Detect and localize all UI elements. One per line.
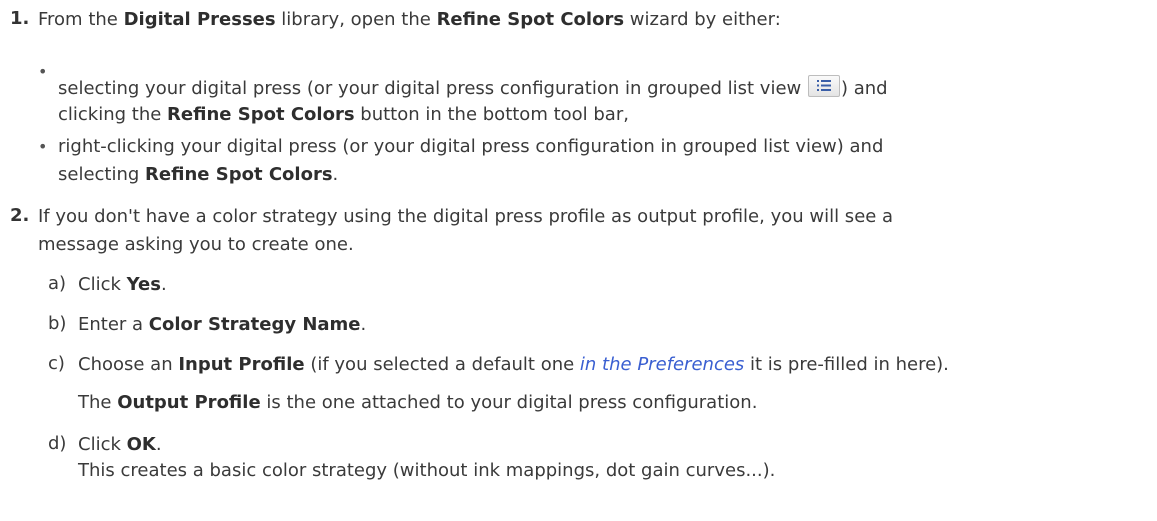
input-profile-term: Input Profile xyxy=(178,354,305,375)
instruction-document: 1. From the Digital Presses library, ope… xyxy=(0,0,1157,521)
substep-b-text: Enter a Color Strategy Name. xyxy=(78,314,367,335)
substep-a-text: Click Yes. xyxy=(78,274,167,295)
bullet-1-line-1: selecting your digital press (or your di… xyxy=(58,75,888,101)
ok-term: OK xyxy=(126,434,156,455)
bullet-1-line-2: clicking the Refine Spot Colors button i… xyxy=(58,104,629,125)
color-strategy-name-term: Color Strategy Name xyxy=(148,314,361,335)
substep-label: a) xyxy=(48,273,67,294)
step-number: 2. xyxy=(10,205,30,226)
digital-presses-term: Digital Presses xyxy=(123,9,276,30)
substep-label: b) xyxy=(48,313,67,334)
bullet-2-line-2: selecting Refine Spot Colors. xyxy=(58,164,339,185)
refine-spot-colors-term: Refine Spot Colors xyxy=(145,164,333,185)
bullet-2-line-1: right-clicking your digital press (or yo… xyxy=(58,136,884,157)
step-1-text: From the Digital Presses library, open t… xyxy=(38,9,781,30)
bullet-marker: • xyxy=(38,137,48,156)
substep-label: d) xyxy=(48,433,67,454)
substep-c-note: The Output Profile is the one attached t… xyxy=(78,392,758,413)
step-2-line-1: If you don't have a color strategy using… xyxy=(38,206,894,227)
yes-term: Yes xyxy=(126,274,161,295)
bullet-marker: • xyxy=(38,62,48,81)
substep-label: c) xyxy=(48,353,65,374)
output-profile-term: Output Profile xyxy=(117,392,261,413)
step-number: 1. xyxy=(10,8,30,29)
grouped-list-view-icon[interactable] xyxy=(807,75,840,97)
substep-d-text: Click OK. xyxy=(78,434,162,455)
step-2-line-2: message asking you to create one. xyxy=(38,234,354,255)
refine-spot-colors-term: Refine Spot Colors xyxy=(167,104,355,125)
preferences-link[interactable]: in the Preferences xyxy=(580,354,744,375)
substep-d-note: This creates a basic color strategy (wit… xyxy=(78,460,776,481)
substep-c-text: Choose an Input Profile (if you selected… xyxy=(78,354,949,375)
refine-spot-colors-term: Refine Spot Colors xyxy=(436,9,625,30)
